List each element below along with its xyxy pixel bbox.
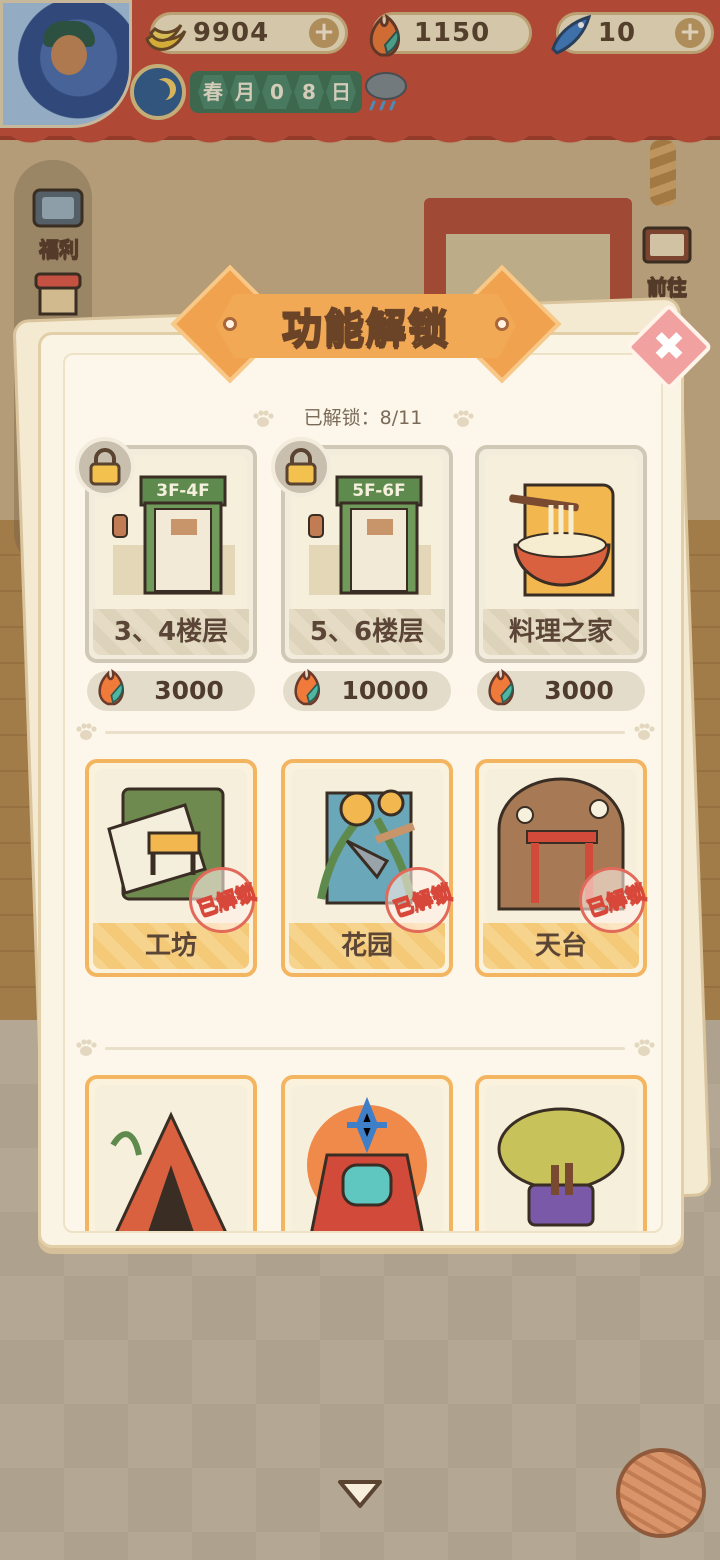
unlocked-stamp-text: 已解锁 bbox=[194, 879, 259, 921]
close-icon: ✖ bbox=[652, 324, 686, 370]
feature-name: 料理之家 bbox=[483, 609, 639, 655]
feature-name: 5、6楼层 bbox=[289, 609, 445, 655]
paw-icon bbox=[76, 723, 97, 740]
paw-icon bbox=[453, 409, 474, 427]
paw-icon bbox=[76, 1039, 97, 1056]
section-divider bbox=[105, 731, 625, 734]
tree-illustration bbox=[485, 1085, 637, 1231]
fire-gem-icon bbox=[294, 668, 320, 706]
lock-icon bbox=[75, 437, 135, 497]
cost-value: 3000 bbox=[154, 676, 224, 705]
panel-title-banner: 功能解锁 bbox=[170, 264, 562, 384]
panel-content: 已解锁：8/11 3F-4F 3、4楼层 5F-6F 5、6楼层 料理之家 30… bbox=[63, 353, 663, 1233]
unlocked-stamp-text: 已解锁 bbox=[584, 879, 649, 921]
paw-icon bbox=[634, 1039, 655, 1056]
feature-card-rooftop[interactable]: 天台 已解锁 bbox=[475, 759, 649, 977]
paw-icon bbox=[253, 409, 274, 427]
unlocked-stamp: 已解锁 bbox=[385, 867, 455, 933]
panel-title: 功能解锁 bbox=[281, 305, 450, 353]
feature-card-floor-3-4[interactable]: 3F-4F 3、4楼层 bbox=[75, 437, 257, 663]
unlocked-stamp: 已解锁 bbox=[579, 867, 649, 933]
chevron-down-icon[interactable] bbox=[334, 1474, 386, 1514]
unlocked-stamp-text: 已解锁 bbox=[390, 879, 455, 921]
feature-card-circus[interactable] bbox=[281, 1075, 453, 1231]
circus-illustration bbox=[291, 1085, 443, 1231]
paw-icon bbox=[634, 723, 655, 740]
lock-icon bbox=[271, 437, 331, 497]
yarn-ball-icon[interactable] bbox=[616, 1448, 706, 1538]
feature-card-cooking-house[interactable]: 料理之家 bbox=[475, 445, 647, 663]
floor-sign: 5F-6F bbox=[352, 481, 406, 501]
feature-card-workshop[interactable]: 工坊 已解锁 bbox=[85, 759, 259, 977]
tent-illustration bbox=[95, 1085, 247, 1231]
feature-card-floor-5-6[interactable]: 5F-6F 5、6楼层 bbox=[271, 437, 453, 663]
noodle-bowl-illustration bbox=[485, 455, 637, 611]
unlocked-stamp: 已解锁 bbox=[189, 867, 259, 933]
feature-card-garden[interactable]: 花园 已解锁 bbox=[281, 759, 455, 977]
feature-card-tree[interactable] bbox=[475, 1075, 647, 1231]
cost-value: 10000 bbox=[341, 676, 429, 705]
feature-name: 3、4楼层 bbox=[93, 609, 249, 655]
cost-button[interactable]: 3000 bbox=[87, 668, 255, 711]
cost-button[interactable]: 3000 bbox=[477, 668, 645, 711]
fire-gem-icon bbox=[98, 668, 124, 706]
feature-card-tent[interactable] bbox=[85, 1075, 257, 1231]
feature-unlock-panel: 已解锁：8/11 3F-4F 3、4楼层 5F-6F 5、6楼层 料理之家 30… bbox=[38, 332, 684, 1248]
floor-sign: 3F-4F bbox=[156, 481, 210, 501]
section-divider bbox=[105, 1047, 625, 1050]
unlock-progress: 已解锁：8/11 bbox=[65, 403, 661, 430]
fire-gem-icon bbox=[488, 668, 514, 706]
cost-value: 3000 bbox=[544, 676, 614, 705]
unlock-counter-text: 已解锁：8/11 bbox=[303, 407, 423, 429]
cost-button[interactable]: 10000 bbox=[283, 668, 451, 711]
